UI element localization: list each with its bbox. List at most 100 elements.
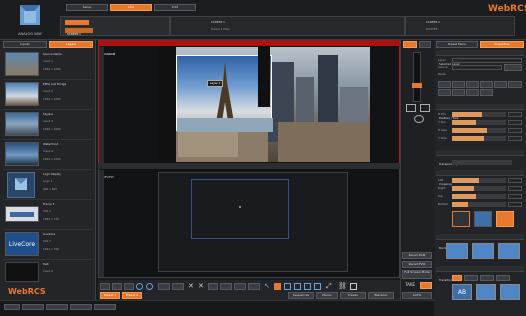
mode-button[interactable] xyxy=(452,89,465,96)
close-icon[interactable]: ✕ xyxy=(188,283,195,290)
fullscreen-icon[interactable] xyxy=(350,283,357,290)
layers-icon[interactable] xyxy=(172,283,184,290)
crop-preset[interactable] xyxy=(496,211,514,227)
grid-icon[interactable] xyxy=(158,283,170,290)
border-preset[interactable] xyxy=(446,243,468,259)
preset-1-button[interactable]: Preset 1 xyxy=(100,292,120,299)
section-transitions[interactable]: Transitions xyxy=(436,266,524,281)
expand-icon[interactable]: ⤢ xyxy=(326,283,333,290)
value-slider[interactable] xyxy=(452,112,506,117)
list-item[interactable]: Logo Display Logo 1 800 x 600 xyxy=(3,170,93,200)
frame-icon[interactable] xyxy=(304,283,311,290)
align-icon[interactable] xyxy=(220,283,232,290)
zoom-out-icon[interactable] xyxy=(112,283,122,290)
auto-button[interactable]: AUTO xyxy=(402,292,432,299)
search-icon[interactable] xyxy=(146,283,153,290)
list-item[interactable]: Text Input 6 xyxy=(3,260,93,284)
mode-button[interactable] xyxy=(508,81,522,88)
list-item[interactable]: Frame 3 Still 1 1280 x 720 xyxy=(3,200,93,230)
crop-preset[interactable] xyxy=(452,211,470,227)
value-input[interactable] xyxy=(508,128,522,133)
program-scrollbar[interactable] xyxy=(99,47,104,163)
recall-pvw-button[interactable]: Recall PVW xyxy=(402,261,432,268)
cut-button[interactable] xyxy=(403,41,417,48)
take-button[interactable] xyxy=(420,282,432,289)
search-icon[interactable] xyxy=(136,283,143,290)
tab-inputs[interactable]: Inputs xyxy=(3,41,47,48)
preview-layer-frame[interactable] xyxy=(191,179,289,239)
transition-tab[interactable] xyxy=(464,275,478,281)
value-input[interactable] xyxy=(508,194,522,199)
transition-tab[interactable] xyxy=(452,275,462,281)
memo-button[interactable]: Memo xyxy=(316,292,338,299)
section-border[interactable]: Border xyxy=(436,234,524,249)
preview-icon[interactable] xyxy=(406,104,416,112)
align-icon[interactable] xyxy=(234,283,246,290)
tab-properties[interactable]: Properties xyxy=(480,41,524,48)
fade-button[interactable] xyxy=(419,41,431,48)
move-icon[interactable] xyxy=(208,283,218,290)
preview-scrollbar[interactable] xyxy=(99,170,104,277)
blackout-button[interactable]: Blackout xyxy=(368,292,394,299)
value-slider[interactable] xyxy=(452,136,506,141)
mode-button[interactable] xyxy=(438,81,451,88)
value-input[interactable] xyxy=(508,186,522,191)
close-icon[interactable]: ✕ xyxy=(198,283,205,290)
value-input[interactable] xyxy=(508,178,522,183)
mode-button[interactable] xyxy=(438,89,451,96)
border-preset[interactable] xyxy=(498,243,520,259)
value-slider[interactable] xyxy=(452,202,506,207)
status-button[interactable] xyxy=(22,304,44,310)
swap-icon[interactable] xyxy=(420,104,430,112)
section-transparency[interactable]: Transparency xyxy=(436,150,524,165)
section-position-size[interactable]: Position / Size xyxy=(436,104,524,119)
mode-button[interactable] xyxy=(480,81,493,88)
arrow-icon[interactable]: ↖ xyxy=(264,283,271,290)
status-button[interactable] xyxy=(46,304,68,310)
chart-icon[interactable] xyxy=(294,283,301,290)
value-slider[interactable] xyxy=(452,194,506,199)
transition-effect[interactable] xyxy=(476,284,496,300)
mode-button[interactable] xyxy=(480,89,493,96)
sequences-button[interactable]: Sequences xyxy=(288,292,314,299)
settings-icon[interactable] xyxy=(414,115,424,123)
tab-layers[interactable]: Layers xyxy=(49,41,93,48)
list-item[interactable]: Waterfront Input 4 1920 x 1080 xyxy=(3,140,93,170)
tab-edit[interactable]: Edit xyxy=(154,4,196,11)
snap-icon[interactable] xyxy=(274,283,281,290)
list-item[interactable]: Eiffel and Bridge Input 2 1920 x 1080 xyxy=(3,80,93,110)
value-slider[interactable] xyxy=(452,120,506,125)
tab-setup[interactable]: Setup xyxy=(66,4,108,11)
transition-tab[interactable] xyxy=(496,275,510,281)
transition-tab[interactable] xyxy=(480,275,494,281)
mode-button[interactable] xyxy=(466,89,479,96)
value-input[interactable] xyxy=(508,136,522,141)
zoom-in-icon[interactable] xyxy=(100,283,110,290)
section-selected-layer[interactable]: Selected Layer xyxy=(436,50,524,65)
mode-button[interactable] xyxy=(494,81,507,88)
transition-effect[interactable] xyxy=(500,284,520,300)
preset-2-button[interactable]: Preset 2 xyxy=(122,292,142,299)
list-item[interactable]: Skyline Input 3 1920 x 1080 xyxy=(3,110,93,140)
value-input[interactable] xyxy=(508,112,522,117)
screen-selector[interactable]: SCREEN 1 MONITORING xyxy=(60,16,170,43)
recall-pgm-button[interactable]: Recall PGM xyxy=(402,252,432,259)
value-slider[interactable] xyxy=(452,186,506,191)
tbar-slider[interactable] xyxy=(412,52,422,102)
status-button[interactable] xyxy=(94,304,116,310)
value-slider[interactable] xyxy=(452,178,506,183)
section-cropping[interactable]: Cropping xyxy=(436,170,524,185)
tab-preset-menu[interactable]: Preset Menu xyxy=(436,41,478,48)
value-input[interactable] xyxy=(508,202,522,207)
crop-preset[interactable] xyxy=(474,211,492,227)
value-input[interactable] xyxy=(508,120,522,125)
status-button[interactable] xyxy=(70,304,92,310)
source-field[interactable] xyxy=(452,65,502,70)
size-icon[interactable] xyxy=(248,283,260,290)
layer-field[interactable] xyxy=(452,58,522,63)
list-item[interactable]: LiveCore LiveCore Still 2 1024 x 768 xyxy=(3,230,93,260)
tbar-handle[interactable] xyxy=(412,83,422,88)
status-button[interactable] xyxy=(4,304,20,310)
edit-button[interactable] xyxy=(504,64,522,71)
fullscreen-mode-button[interactable]: Full Screen Mode xyxy=(402,270,432,279)
